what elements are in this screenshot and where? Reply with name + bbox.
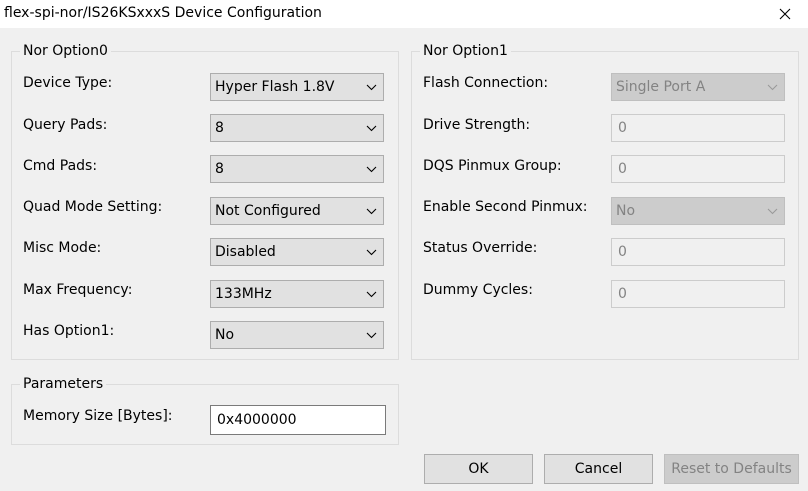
ok-button[interactable]: OK <box>424 454 533 484</box>
chevron-down-icon <box>359 239 383 265</box>
dummy-cycles-input[interactable]: 0 <box>611 280 785 308</box>
has-option1-label: Has Option1: <box>23 323 115 339</box>
reset-to-defaults-button[interactable]: Reset to Defaults <box>664 454 799 484</box>
chevron-down-icon <box>359 281 383 307</box>
chevron-down-icon <box>760 74 784 100</box>
parameters-title: Parameters <box>20 375 107 393</box>
status-override-input[interactable]: 0 <box>611 238 785 266</box>
chevron-down-icon <box>359 198 383 224</box>
misc-mode-label: Misc Mode: <box>23 240 102 256</box>
cmd-pads-value: 8 <box>215 161 224 177</box>
enable-second-pinmux-select[interactable]: No <box>611 197 785 225</box>
quad-mode-setting-label: Quad Mode Setting: <box>23 199 163 215</box>
quad-mode-setting-value: Not Configured <box>215 203 321 219</box>
status-override-label: Status Override: <box>423 240 538 256</box>
chevron-down-icon <box>359 115 383 141</box>
device-type-select[interactable]: Hyper Flash 1.8V <box>210 73 384 101</box>
enable-second-pinmux-value: No <box>616 203 636 219</box>
memory-size-label: Memory Size [Bytes]: <box>23 408 173 424</box>
nor-option0-title: Nor Option0 <box>20 42 111 60</box>
dqs-pinmux-group-input[interactable]: 0 <box>611 155 785 183</box>
drive-strength-label: Drive Strength: <box>423 117 531 133</box>
query-pads-value: 8 <box>215 120 224 136</box>
nor-option1-title: Nor Option1 <box>420 42 511 60</box>
window-title: flex-spi-nor/IS26KSxxxS Device Configura… <box>4 5 322 21</box>
drive-strength-input[interactable]: 0 <box>611 114 785 142</box>
flash-connection-select[interactable]: Single Port A <box>611 73 785 101</box>
close-icon <box>779 8 791 20</box>
enable-second-pinmux-label: Enable Second Pinmux: <box>423 199 588 215</box>
device-configuration-dialog: flex-spi-nor/IS26KSxxxS Device Configura… <box>0 0 808 491</box>
query-pads-label: Query Pads: <box>23 117 108 133</box>
title-bar: flex-spi-nor/IS26KSxxxS Device Configura… <box>0 0 808 28</box>
max-frequency-label: Max Frequency: <box>23 282 133 298</box>
device-type-value: Hyper Flash 1.8V <box>215 79 335 95</box>
chevron-down-icon <box>359 322 383 348</box>
cancel-button[interactable]: Cancel <box>544 454 653 484</box>
dqs-pinmux-group-label: DQS Pinmux Group: <box>423 158 562 174</box>
max-frequency-select[interactable]: 133MHz <box>210 280 384 308</box>
chevron-down-icon <box>359 74 383 100</box>
has-option1-value: No <box>215 327 235 343</box>
misc-mode-value: Disabled <box>215 244 276 260</box>
flash-connection-value: Single Port A <box>616 79 706 95</box>
chevron-down-icon <box>760 198 784 224</box>
misc-mode-select[interactable]: Disabled <box>210 238 384 266</box>
flash-connection-label: Flash Connection: <box>423 75 549 91</box>
dummy-cycles-label: Dummy Cycles: <box>423 282 533 298</box>
device-type-label: Device Type: <box>23 75 113 91</box>
quad-mode-setting-select[interactable]: Not Configured <box>210 197 384 225</box>
max-frequency-value: 133MHz <box>215 286 272 302</box>
has-option1-select[interactable]: No <box>210 321 384 349</box>
cmd-pads-label: Cmd Pads: <box>23 158 98 174</box>
close-button[interactable] <box>762 0 808 28</box>
cmd-pads-select[interactable]: 8 <box>210 155 384 183</box>
chevron-down-icon <box>359 156 383 182</box>
query-pads-select[interactable]: 8 <box>210 114 384 142</box>
memory-size-input[interactable]: 0x4000000 <box>210 405 386 435</box>
